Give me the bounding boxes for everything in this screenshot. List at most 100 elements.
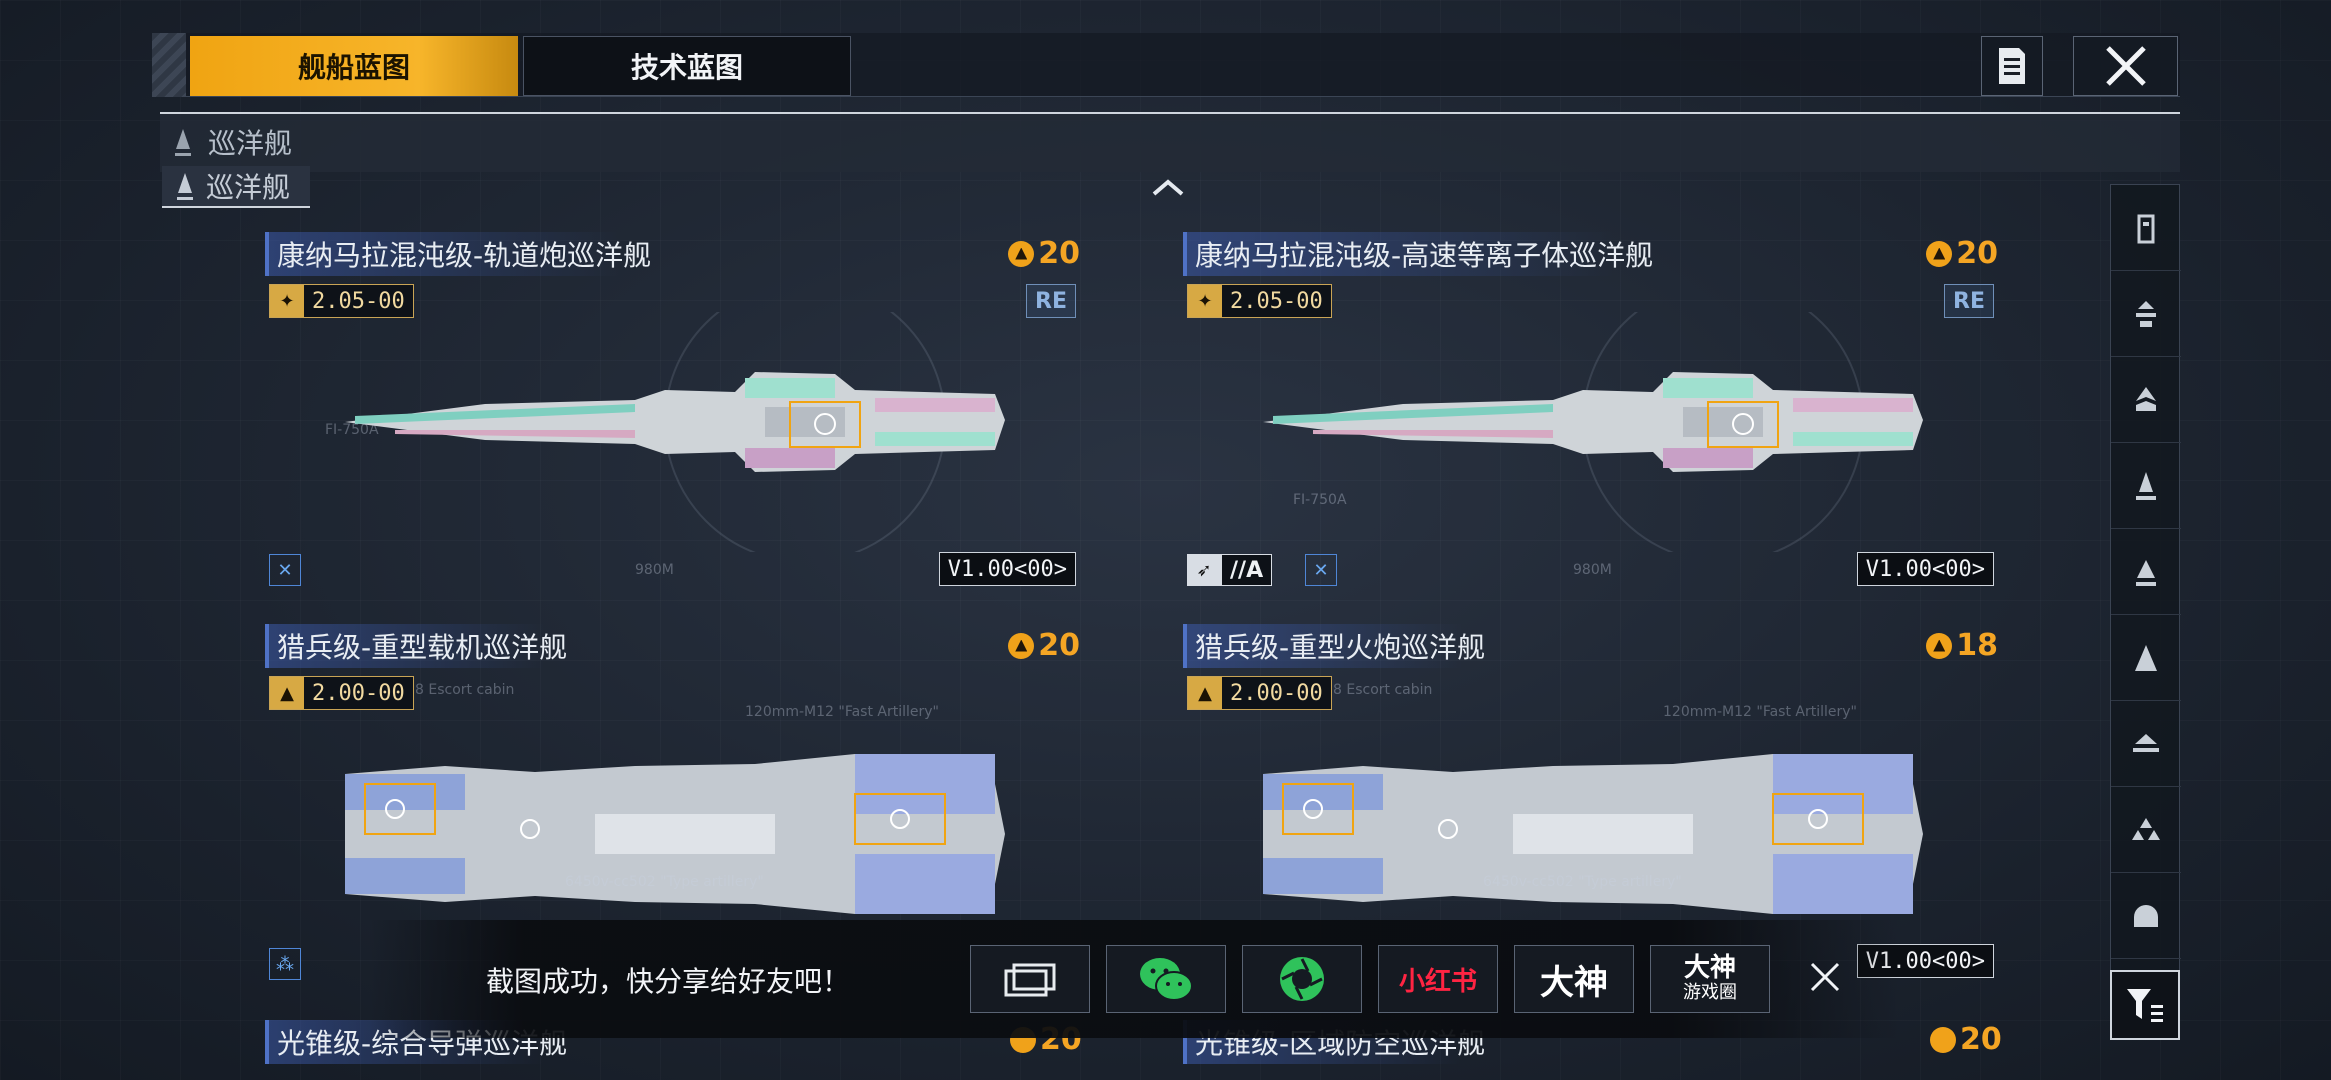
dashen-label: 大神 [1540,962,1608,1003]
sidebar-item-frigate[interactable] [2111,357,2181,443]
fighter-icon: ▲ [1188,677,1222,709]
card-title: 猎兵级-重型载机巡洋舰 [265,624,576,668]
cruiser-icon [175,129,191,156]
weapon-tag: ➶//A [1187,554,1273,586]
blueprint-annotation: 120mm-M12 "Fast Artillery" [745,704,939,720]
dashen-circle-bottom-label: 游戏圈 [1683,982,1737,1003]
sidebar-item-battlecruiser[interactable] [2111,615,2181,701]
sidebar-item-aux[interactable] [2111,787,2181,873]
document-button[interactable] [1981,36,2043,96]
moments-icon [1280,957,1324,1001]
ship-type-sidebar [2110,184,2181,974]
filter-button[interactable] [2110,970,2180,1040]
share-close-button[interactable] [1800,952,1850,1002]
coin-icon [1926,632,1953,659]
filter-icon [2127,989,2163,1022]
transport-icon [2136,300,2156,327]
share-xiaohongshu-button[interactable]: 小红书 [1378,945,1498,1013]
model-version: V1.00<00> [1856,552,1994,586]
weapon-icon: ➶ [1187,554,1221,586]
re-tag: RE [1026,284,1076,318]
wechat-icon [1140,958,1193,1001]
ship-image [345,312,1005,552]
category-bar[interactable] [160,112,2180,172]
share-dashen-circle-button[interactable]: 大神 游戏圈 [1650,945,1770,1013]
frigate-icon [2136,386,2156,411]
xiaohongshu-label: 小红书 [1398,966,1477,997]
category-header-label: 巡洋舰 [208,127,293,160]
blueprint-annotation: FI-750A [1293,492,1347,508]
blueprint-annotation: 8 Escort cabin [1333,682,1433,698]
blueprint-card[interactable]: 康纳马拉混沌级-轨道炮巡洋舰 20 ✦ 2.05-00 RE FI-750A 98… [265,232,1080,607]
close-button[interactable] [2073,36,2178,96]
version-value: 2.05-00 [1230,288,1323,314]
cruiser-icon [2136,559,2156,586]
aux-type-icon: ⁂ [269,948,301,980]
cost: 20 [1930,1022,2002,1057]
dome-icon [2134,904,2158,927]
share-wechat-button[interactable] [1106,945,1226,1013]
ship-image [345,754,1005,914]
top-bar-stripe [152,33,186,97]
coin-icon [1930,1026,1956,1053]
model-version: V1.00<00> [938,552,1076,586]
carrier-icon [2133,733,2159,752]
cost: 18 [1926,628,1998,663]
blueprint-annotation: FI-750A [325,422,379,438]
cost-value: 20 [1038,236,1080,271]
blueprint-annotation: 980M [1573,562,1612,578]
sidebar-item-carrier[interactable] [2111,701,2181,787]
share-dashen-button[interactable]: 大神 [1514,945,1634,1013]
cruiser-icon [177,173,193,200]
weapon-tag-label: //A [1221,554,1273,586]
close-icon [1810,962,1840,992]
coin-icon [1926,240,1953,267]
blueprint-version-icon: ✦ [270,285,304,317]
cost-value: 20 [1960,1022,2002,1057]
blueprint-annotation: 6450v-cc502 "Type artillery" [1483,874,1682,890]
blueprint-annotation: 6450v-cc502 "Type artillery" [565,874,764,890]
sidebar-item-transport[interactable] [2111,271,2181,357]
re-tag: RE [1944,284,1994,318]
version-tag: ▲ 2.00-00 [1187,676,1332,710]
cost: 20 [1926,236,1998,271]
version-value: 2.00-00 [1230,680,1323,706]
blueprint-card[interactable]: 康纳马拉混沌级-高速等离子体巡洋舰 20 ✦ 2.05-00 RE FI-750A… [1183,232,1998,607]
document-icon [1999,48,2025,84]
blueprint-version-icon: ✦ [1188,285,1222,317]
battlecruiser-icon [2135,644,2157,671]
tab-ship-blueprint[interactable]: 舰船蓝图 [190,36,518,96]
version-value: 2.05-00 [312,288,405,314]
ship-image [1263,754,1923,914]
collapse-button[interactable] [1150,176,1186,202]
card-title: 猎兵级-重型火炮巡洋舰 [1183,624,1494,668]
category-tab-cruiser[interactable]: 巡洋舰 [162,166,311,208]
sidebar-item-dome[interactable] [2111,873,2181,959]
share-more-button[interactable] [970,945,1090,1013]
blueprint-annotation: 120mm-M12 "Fast Artillery" [1663,704,1857,720]
dashen-circle-top-label: 大神 [1683,953,1736,983]
version-value: 2.00-00 [312,680,405,706]
version-tag: ▲ 2.00-00 [269,676,414,710]
coin-icon [1008,632,1035,659]
cost-value: 20 [1956,236,1998,271]
blueprint-annotation: 8 Escort cabin [415,682,515,698]
blueprint-annotation: 980M [635,562,674,578]
sidebar-item-cruiser[interactable] [2111,529,2181,615]
category-tab-label: 巡洋舰 [206,171,291,204]
building-icon [2137,214,2155,243]
screen-share-icon [1004,963,1056,997]
sidebar-item-building[interactable] [2111,185,2181,271]
card-title: 康纳马拉混沌级-轨道炮巡洋舰 [265,232,660,276]
category-header: 巡洋舰 [172,122,292,162]
carrier-type-icon: ✕ [1305,554,1337,586]
sidebar-item-destroyer[interactable] [2111,443,2181,529]
share-message: 截图成功，快分享给好友吧！ [486,965,851,998]
share-moments-button[interactable] [1242,945,1362,1013]
close-icon [2105,46,2146,86]
tab-tech-blueprint[interactable]: 技术蓝图 [523,36,851,96]
carrier-type-icon: ✕ [269,554,301,586]
ship-image [1263,312,1923,552]
share-toast: 截图成功，快分享给好友吧！ 小红书 大神 大神 游戏圈 [370,920,1900,1038]
cost: 20 [1008,628,1080,663]
